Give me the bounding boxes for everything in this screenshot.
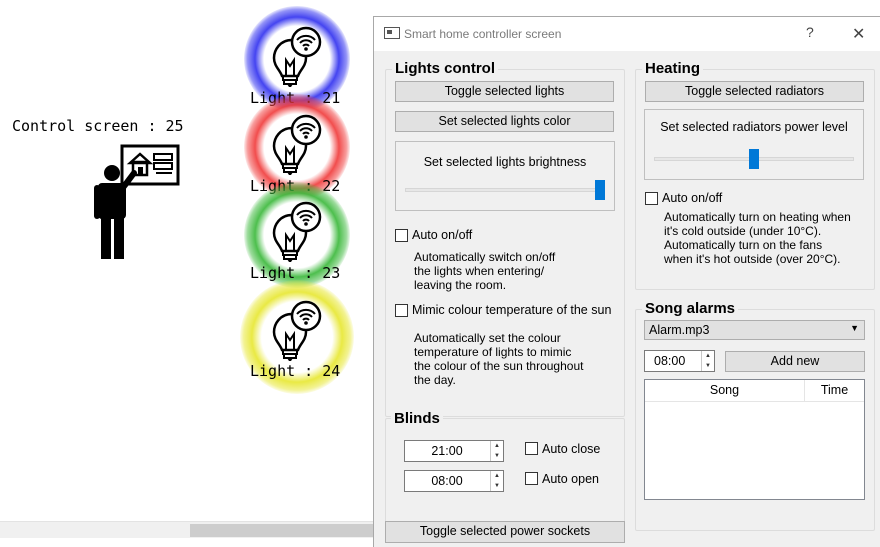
scrollbar-thumb[interactable] xyxy=(190,524,374,537)
song-select-value: Alarm.mp3 xyxy=(649,323,710,337)
window-titlebar[interactable]: Smart home controller screen ? ✕ xyxy=(374,17,880,51)
spin-up-icon[interactable]: ▲ xyxy=(491,471,503,481)
blinds-open-time-value: 08:00 xyxy=(431,474,463,488)
blinds-close-time-value: 21:00 xyxy=(431,444,463,458)
spin-down-icon[interactable]: ▼ xyxy=(491,481,503,491)
time-column-header[interactable]: Time xyxy=(805,380,864,402)
mimic-sun-checkbox[interactable] xyxy=(395,304,408,317)
auto-open-label: Auto open xyxy=(542,472,599,486)
smart-bulb-icon[interactable] xyxy=(270,300,322,362)
blinds-title: Blinds xyxy=(391,410,443,427)
smart-bulb-icon[interactable] xyxy=(270,201,322,263)
heating-auto-description: Automatically turn on heating when it's … xyxy=(664,210,851,266)
spin-arrows[interactable]: ▲ ▼ xyxy=(490,441,503,461)
brightness-slider-track[interactable] xyxy=(405,188,605,192)
window-app-icon xyxy=(384,27,400,39)
set-lights-color-button[interactable]: Set selected lights color xyxy=(395,111,614,132)
spin-down-icon[interactable]: ▼ xyxy=(491,451,503,461)
alarm-time-spinner[interactable]: 08:00 ▲ ▼ xyxy=(644,350,715,372)
mimic-sun-label: Mimic colour temperature of the sun xyxy=(412,303,612,317)
radiator-power-panel: Set selected radiators power level xyxy=(644,109,864,180)
desktop-canvas: Control screen : 25 Light : 21 xyxy=(0,0,880,547)
auto-close-label: Auto close xyxy=(542,442,601,456)
spin-down-icon[interactable]: ▼ xyxy=(702,361,714,371)
alarm-time-value: 08:00 xyxy=(654,354,686,368)
spin-up-icon[interactable]: ▲ xyxy=(702,351,714,361)
controller-window: Smart home controller screen ? ✕ Lights … xyxy=(373,16,880,547)
spin-arrows[interactable]: ▲ ▼ xyxy=(701,351,714,371)
toggle-radiators-button[interactable]: Toggle selected radiators xyxy=(645,81,864,102)
blinds-close-time[interactable]: 21:00 ▲ ▼ xyxy=(404,440,504,462)
add-alarm-button[interactable]: Add new xyxy=(725,351,865,372)
alarms-list[interactable]: Song Time xyxy=(644,379,865,500)
help-button[interactable]: ? xyxy=(806,24,814,40)
chevron-down-icon: ▼ xyxy=(850,323,859,333)
spin-arrows[interactable]: ▲ ▼ xyxy=(490,471,503,491)
light-24-label: Light : 24 xyxy=(250,362,341,380)
lights-auto-description: Automatically switch on/off the lights w… xyxy=(414,250,556,292)
person-at-control-screen-icon[interactable] xyxy=(90,143,182,261)
lights-auto-label: Auto on/off xyxy=(412,228,473,242)
scene-horizontal-scrollbar[interactable] xyxy=(0,521,374,538)
auto-open-checkbox[interactable] xyxy=(525,472,538,485)
song-column-header[interactable]: Song xyxy=(645,380,805,402)
blinds-open-time[interactable]: 08:00 ▲ ▼ xyxy=(404,470,504,492)
brightness-slider-thumb[interactable] xyxy=(595,180,605,200)
brightness-panel: Set selected lights brightness xyxy=(395,141,615,211)
heating-auto-label: Auto on/off xyxy=(662,191,723,205)
radiator-slider-thumb[interactable] xyxy=(749,149,759,169)
brightness-label: Set selected lights brightness xyxy=(423,155,587,169)
lights-auto-checkbox[interactable] xyxy=(395,229,408,242)
toggle-power-sockets-button[interactable]: Toggle selected power sockets xyxy=(385,521,625,543)
lights-control-title: Lights control xyxy=(392,60,498,77)
radiator-power-label: Set selected radiators power level xyxy=(660,120,848,134)
song-select[interactable]: Alarm.mp3 ▼ xyxy=(644,320,865,340)
auto-close-checkbox[interactable] xyxy=(525,442,538,455)
heating-auto-checkbox[interactable] xyxy=(645,192,658,205)
heating-title: Heating xyxy=(642,60,704,77)
window-title: Smart home controller screen xyxy=(404,27,562,41)
song-alarms-title: Song alarms xyxy=(642,300,739,317)
toggle-lights-button[interactable]: Toggle selected lights xyxy=(395,81,614,102)
close-button[interactable]: ✕ xyxy=(852,24,865,44)
smart-bulb-icon[interactable] xyxy=(270,26,322,88)
smart-bulb-icon[interactable] xyxy=(270,114,322,176)
control-screen-label: Control screen : 25 xyxy=(12,117,184,135)
mimic-sun-description: Automatically set the colour temperature… xyxy=(414,331,584,387)
spin-up-icon[interactable]: ▲ xyxy=(491,441,503,451)
